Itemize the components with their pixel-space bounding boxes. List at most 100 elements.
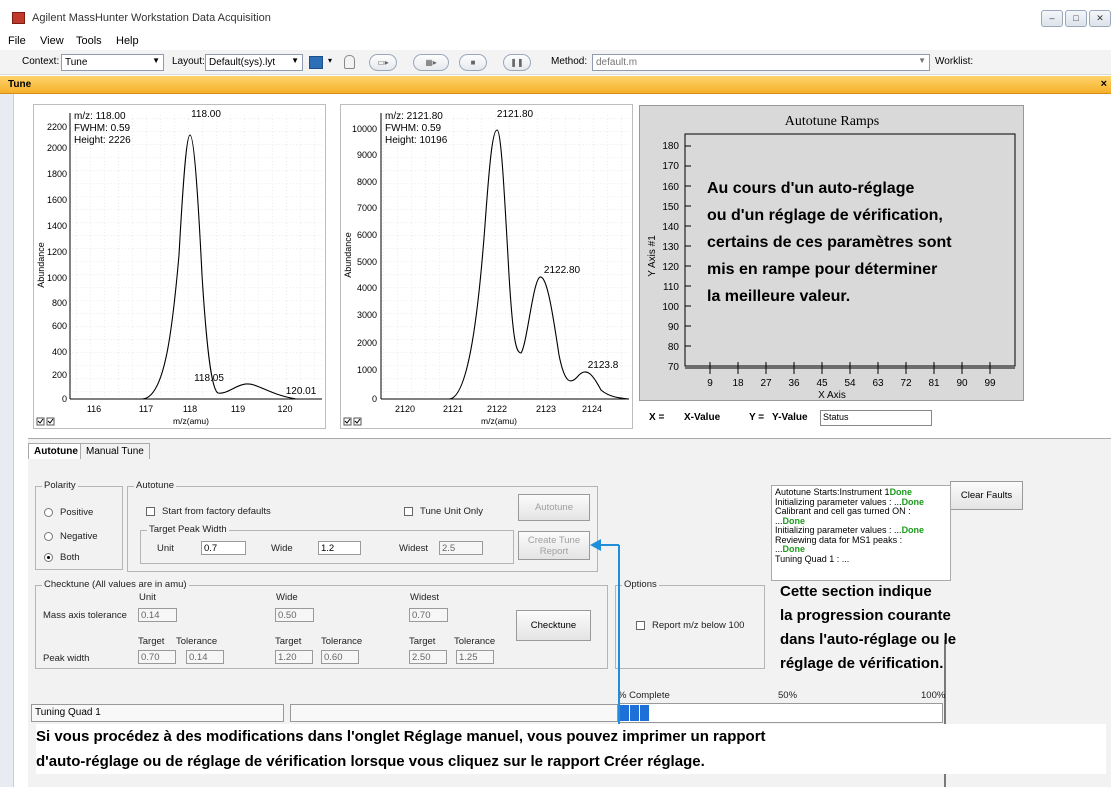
close-icon[interactable]: ×	[1101, 78, 1107, 90]
peak-widest-tolerance-input[interactable]: 1.25	[456, 650, 494, 664]
mz-readout: m/z: 118.00	[74, 111, 126, 122]
y-tick: 200	[52, 370, 67, 380]
tolerance-header: Tolerance	[454, 636, 496, 647]
minimize-button[interactable]: –	[1041, 10, 1063, 27]
x-tick: 99	[984, 378, 996, 389]
radio-both[interactable]	[44, 553, 53, 562]
x-axis-label: m/z(amu)	[481, 416, 517, 426]
status-line-2	[290, 704, 618, 722]
y-tick: 100	[662, 302, 679, 313]
mass-tolerance-label: Mass axis tolerance	[43, 610, 127, 621]
x-tick: 119	[231, 404, 245, 414]
peak-unit-target-input[interactable]: 0.70	[138, 650, 176, 664]
callout-line: la meilleure valeur.	[707, 288, 851, 305]
y-axis-label: Y Axis #1	[647, 235, 658, 277]
context-label: Context:	[22, 56, 60, 67]
x-tick: 118	[183, 404, 197, 414]
chevron-down-icon: ▼	[152, 56, 160, 65]
peak-widest-target-input[interactable]: 2.50	[409, 650, 447, 664]
layout-select[interactable]: Default(sys).lyt ▼	[205, 54, 303, 71]
create-tune-report-button[interactable]: Create Tune Report	[518, 531, 590, 560]
radio-negative[interactable]	[44, 532, 53, 541]
tab-autotune[interactable]: Autotune	[28, 443, 84, 459]
lock-icon[interactable]	[344, 55, 355, 69]
x-tick: 27	[760, 378, 772, 389]
y-tick: 0	[62, 394, 67, 404]
radio-positive[interactable]	[44, 508, 53, 517]
menu-view[interactable]: View	[40, 35, 64, 47]
y-tick: 10000	[352, 124, 377, 134]
tolerance-header: Tolerance	[321, 636, 363, 647]
factory-defaults-checkbox[interactable]	[146, 507, 155, 516]
progress-label: % Complete	[618, 690, 670, 701]
maximize-button[interactable]: □	[1065, 10, 1087, 27]
x-tick: 117	[139, 404, 153, 414]
y-tick: 2000	[357, 338, 377, 348]
widest-width-input[interactable]: 2.5	[439, 541, 483, 555]
clear-faults-button[interactable]: Clear Faults	[950, 481, 1023, 510]
group-title: Autotune	[134, 480, 177, 491]
y-tick: 0	[372, 394, 377, 404]
target-header: Target	[409, 636, 436, 647]
x-tick: 120	[277, 404, 292, 414]
y-tick: 180	[662, 141, 679, 152]
tab-manual-tune[interactable]: Manual Tune	[80, 443, 150, 459]
wide-label: Wide	[271, 543, 293, 554]
method-select[interactable]: default.m ▼	[592, 54, 930, 71]
height-readout: Height: 2226	[74, 135, 131, 146]
stop-button[interactable]: ■	[459, 54, 487, 71]
worklist-label: Worklist:	[935, 56, 974, 67]
callout-line: Si vous procédez à des modifications dan…	[36, 728, 766, 745]
start-worklist-button[interactable]: ▦▸	[413, 54, 449, 71]
target-header: Target	[275, 636, 302, 647]
y-tick: 120	[662, 262, 679, 273]
peak-wide-target-input[interactable]: 1.20	[275, 650, 313, 664]
peak-unit-tolerance-input[interactable]: 0.14	[186, 650, 224, 664]
unit-width-input[interactable]: 0.7	[201, 541, 246, 555]
save-layout-icon[interactable]	[309, 56, 323, 69]
tolerance-header: Tolerance	[176, 636, 218, 647]
dropdown-arrow-icon[interactable]: ▾	[328, 56, 332, 65]
target-header: Target	[138, 636, 165, 647]
x-axis-label: X Axis	[818, 390, 846, 401]
y-tick: 1000	[357, 365, 377, 375]
peak-wide-tolerance-input[interactable]: 0.60	[321, 650, 359, 664]
peak-width-label: Peak width	[43, 653, 90, 664]
y-axis-label: Abundance	[343, 232, 353, 278]
mass-unit-input[interactable]: 0.14	[138, 608, 177, 622]
x-tick: 54	[844, 378, 856, 389]
y-tick: 160	[662, 182, 679, 193]
ramp-readout-bar: X = X-Value Y = Y-Value Status	[639, 404, 1024, 428]
status-field[interactable]: Status	[820, 410, 932, 426]
y-tick: 1200	[47, 247, 67, 257]
close-window-button[interactable]: ✕	[1089, 10, 1111, 27]
wide-width-input[interactable]: 1.2	[318, 541, 361, 555]
y-tick: 70	[668, 362, 680, 373]
checktune-button[interactable]: Checktune	[516, 610, 591, 641]
report-mz-checkbox[interactable]	[636, 621, 645, 630]
progress-mid-label: 50%	[778, 690, 798, 701]
mass-wide-input[interactable]: 0.50	[275, 608, 314, 622]
tune-unit-only-label: Tune Unit Only	[420, 506, 484, 517]
callout-line: la progression courante	[780, 607, 951, 624]
x-tick: 36	[788, 378, 800, 389]
x-tick: 90	[956, 378, 968, 389]
menu-tools[interactable]: Tools	[76, 35, 102, 47]
toolbar: Context: Tune ▼ Layout: Default(sys).lyt ▼…	[0, 50, 1111, 75]
y-tick: 4000	[357, 283, 377, 293]
x-tick: 2124	[582, 404, 602, 414]
callout-line: Au cours d'un auto-réglage	[707, 180, 915, 197]
y-tick: 400	[52, 347, 67, 357]
autotune-button[interactable]: Autotune	[518, 494, 590, 521]
x-tick: 2123	[536, 404, 556, 414]
tune-unit-only-checkbox[interactable]	[404, 507, 413, 516]
start-run-button[interactable]: ▭▸	[369, 54, 397, 71]
y-tick: 800	[52, 298, 67, 308]
mass-widest-input[interactable]: 0.70	[409, 608, 448, 622]
status-line: Tuning Quad 1	[31, 704, 284, 722]
menu-file[interactable]: File	[8, 35, 26, 47]
peak-label: 120.01	[286, 386, 317, 397]
menu-help[interactable]: Help	[116, 35, 139, 47]
context-select[interactable]: Tune ▼	[61, 54, 164, 71]
pause-button[interactable]: ❚❚	[503, 54, 531, 71]
